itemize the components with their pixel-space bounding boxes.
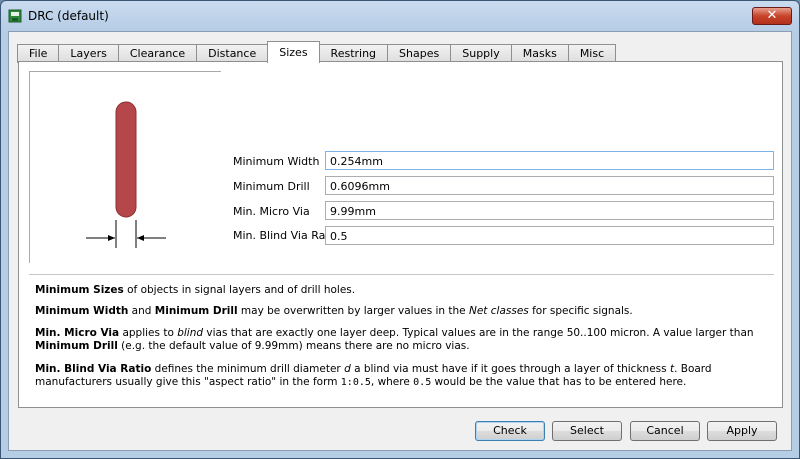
select-button[interactable]: Select [552, 421, 622, 441]
help-paragraph-micro-via: Min. Micro Via applies to blind vias tha… [35, 327, 754, 352]
min-blind-via-ratio-input[interactable]: 0.5 [325, 226, 774, 245]
min-width-diagram [86, 101, 166, 248]
tab-bar: File Layers Clearance Distance Sizes Res… [17, 41, 617, 63]
separator [29, 274, 774, 275]
window-title: DRC (default) [28, 9, 109, 23]
min-blind-via-ratio-label: Min. Blind Via Ratio [233, 229, 340, 242]
min-micro-via-input[interactable]: 9.99mm [325, 201, 774, 220]
dialog-client-area: File Layers Clearance Distance Sizes Res… [8, 31, 792, 451]
wire-trace [115, 101, 137, 218]
help-paragraph-blind-via-ratio: Min. Blind Via Ratio defines the minimum… [35, 363, 712, 388]
cancel-button[interactable]: Cancel [630, 421, 700, 441]
min-width-label: Minimum Width [233, 155, 320, 168]
arrowhead-left [108, 235, 115, 241]
sizes-tab-panel: Minimum Width 0.254mm Minimum Drill 0.60… [18, 61, 783, 408]
min-width-input[interactable]: 0.254mm [325, 151, 774, 170]
arrowhead-right [137, 235, 144, 241]
tab-sizes[interactable]: Sizes [267, 41, 320, 63]
title-bar[interactable]: DRC (default) ✕ [1, 1, 799, 31]
min-micro-via-label: Min. Micro Via [233, 205, 310, 218]
help-paragraph-width-drill: Minimum Width and Minimum Drill may be o… [35, 305, 633, 317]
min-drill-label: Minimum Drill [233, 180, 310, 193]
check-button[interactable]: Check [475, 421, 545, 441]
drc-dialog-window: DRC (default) ✕ File Layers Clearance Di… [0, 0, 800, 459]
apply-button[interactable]: Apply [707, 421, 777, 441]
eagle-app-icon [8, 9, 22, 23]
help-paragraph-minimum-sizes: Minimum Sizes of objects in signal layer… [35, 284, 356, 296]
close-button[interactable]: ✕ [752, 7, 792, 25]
sizes-preview-illustration [29, 71, 221, 263]
close-icon: ✕ [766, 8, 778, 23]
min-drill-input[interactable]: 0.6096mm [325, 176, 774, 195]
